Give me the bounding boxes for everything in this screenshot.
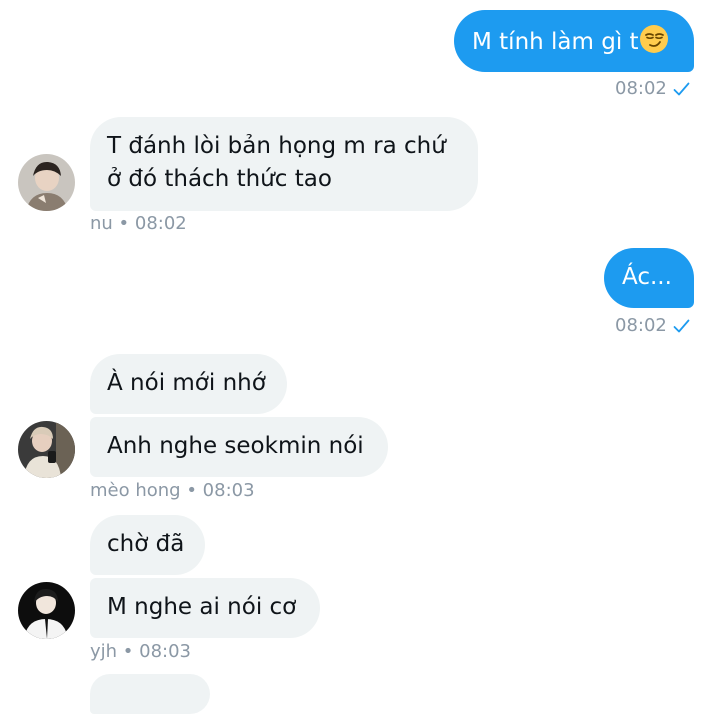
- message-text: À nói mới nhớ: [107, 370, 266, 396]
- outgoing-message-bubble[interactable]: M tính làm gì t: [454, 10, 694, 72]
- message-timestamp: 08:02: [615, 315, 667, 336]
- avatar-meo-hong[interactable]: [18, 421, 75, 478]
- message-text-line: T đánh lòi bản họng m ra chứ: [107, 133, 446, 159]
- message-meta: 08:02: [615, 315, 690, 337]
- incoming-message-bubble[interactable]: Anh nghe seokmin nói: [90, 417, 388, 477]
- message-text: Ác...: [622, 264, 672, 290]
- message-text: chờ đã: [107, 531, 185, 557]
- message-text-line: ở đó thách thức tao: [107, 166, 332, 192]
- smirking-face-emoji-icon: [639, 24, 669, 54]
- message-text: M tính làm gì t: [472, 29, 639, 55]
- check-icon: [673, 82, 690, 96]
- message-meta: 08:02: [615, 78, 690, 100]
- message-text: M nghe ai nói cơ: [107, 594, 297, 620]
- incoming-message-bubble[interactable]: M nghe ai nói cơ: [90, 578, 320, 638]
- avatar-yjh[interactable]: [18, 582, 75, 639]
- message-meta: mèo hong • 08:03: [90, 480, 255, 501]
- incoming-message-bubble-partial[interactable]: [90, 674, 210, 714]
- message-meta: yjh • 08:03: [90, 641, 191, 662]
- avatar-nu[interactable]: [18, 154, 75, 211]
- dm-conversation: { "messages": [ {"text": "M tính làm gì …: [0, 0, 720, 714]
- message-meta: nu • 08:02: [90, 213, 187, 234]
- check-icon: [673, 319, 690, 333]
- incoming-message-bubble[interactable]: À nói mới nhớ: [90, 354, 287, 414]
- incoming-message-bubble[interactable]: T đánh lòi bản họng m ra chứ ở đó thách …: [90, 117, 478, 211]
- message-text: Anh nghe seokmin nói: [107, 433, 364, 459]
- outgoing-message-bubble[interactable]: Ác...: [604, 248, 694, 308]
- message-timestamp: 08:02: [615, 78, 667, 99]
- incoming-message-bubble[interactable]: chờ đã: [90, 515, 205, 575]
